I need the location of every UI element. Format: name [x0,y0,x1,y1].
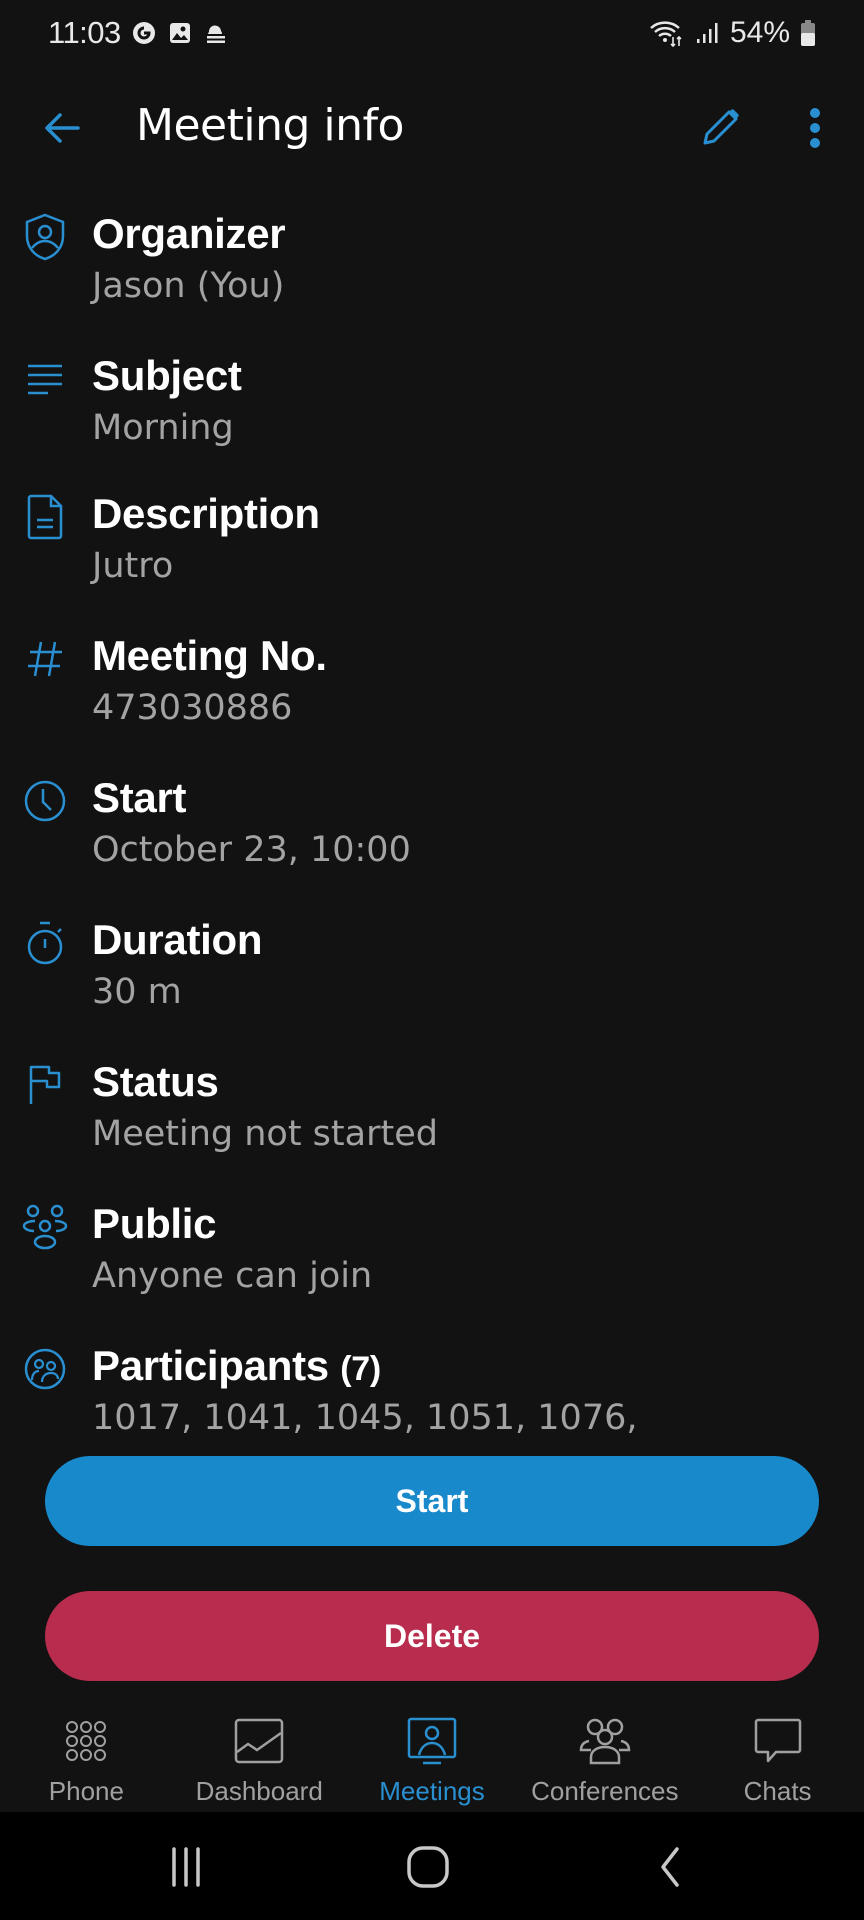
participants-label: Participants [92,1342,329,1389]
chart-icon [232,1714,286,1768]
info-value: 473030886 [92,688,293,728]
info-label: Participants (7) [92,1342,381,1390]
status-right: 54% [648,16,816,50]
system-navigation-bar [0,1812,864,1920]
info-item-meeting-number: Meeting No. 473030886 [0,626,864,746]
delete-button[interactable]: Delete [45,1591,819,1681]
recent-apps-icon [172,1847,200,1887]
signal-icon [694,20,720,46]
info-value: Jutro [92,546,174,586]
edit-button[interactable] [694,102,746,154]
g-icon [131,20,157,46]
info-item-organizer: Organizer Jason (You) [0,204,864,324]
info-value: Jason (You) [92,266,285,306]
more-options-button[interactable] [800,102,830,154]
info-item-participants[interactable]: Participants (7) 1017, 1041, 1045, 1051,… [0,1336,864,1440]
nav-item-chats[interactable]: Chats [691,1700,864,1812]
back-button[interactable] [38,104,86,152]
bottom-navigation: Phone Dashboard Meetings Conferences Cha… [0,1700,864,1812]
home-button[interactable] [398,1842,458,1892]
meeting-info-list: Organizer Jason (You) Subject Morning De… [0,200,864,1440]
subject-lines-icon [20,354,70,404]
page-title: Meeting info [136,100,404,151]
group-icon [20,1202,70,1252]
nav-item-conferences[interactable]: Conferences [518,1700,691,1812]
status-left: 11:03 [48,15,229,51]
wifi-icon [648,20,684,47]
participants-icon [20,1344,70,1394]
stopwatch-icon [20,918,70,968]
nav-item-phone[interactable]: Phone [0,1700,173,1812]
info-item-duration: Duration 30 m [0,910,864,1030]
info-label: Organizer [92,210,286,257]
info-label: Description [92,490,320,537]
info-value: Morning [92,408,234,448]
nav-item-dashboard[interactable]: Dashboard [173,1700,346,1812]
info-value: Anyone can join [92,1256,373,1296]
arrow-left-icon [45,113,80,143]
info-label: Duration [92,916,263,963]
document-icon [20,492,70,542]
conference-people-icon [578,1714,632,1768]
info-item-public: Public Anyone can join [0,1194,864,1314]
participants-count: (7) [340,1350,381,1388]
info-label: Start [92,774,187,821]
battery-icon [800,20,816,46]
info-item-start: Start October 23, 10:00 [0,768,864,888]
dialpad-icon [59,1714,113,1768]
info-value: 30 m [92,972,182,1012]
nav-item-meetings[interactable]: Meetings [346,1700,519,1812]
info-item-description: Description Jutro [0,484,864,604]
back-chevron-icon [661,1847,679,1887]
battery-percent: 54% [729,16,790,49]
hash-icon [20,634,70,684]
status-bar: 11:03 54% [0,0,864,66]
info-label: Status [92,1058,219,1105]
organizer-shield-icon [20,212,70,262]
info-label: Subject [92,352,242,399]
chat-bubble-icon [751,1714,805,1768]
info-label: Public [92,1200,217,1247]
home-icon [407,1846,449,1888]
gallery-icon [167,20,193,46]
flag-icon [20,1060,70,1110]
status-time: 11:03 [48,15,121,50]
nav-label: Conferences [531,1776,679,1806]
pencil-icon [703,109,739,145]
more-vert-icon [810,108,820,148]
info-item-subject: Subject Morning [0,346,864,466]
info-label: Meeting No. [92,632,327,679]
nav-label: Phone [48,1776,124,1806]
weather-icon [203,20,229,46]
info-value: 1017, 1041, 1045, 1051, 1076, [92,1398,638,1438]
nav-label: Dashboard [195,1776,323,1806]
back-nav-button[interactable] [640,1842,700,1892]
clock-icon [20,776,70,826]
nav-label: Chats [743,1776,812,1806]
app-bar: Meeting info [0,88,864,168]
recent-apps-button[interactable] [156,1842,216,1892]
info-value: Meeting not started [92,1114,438,1154]
nav-label: Meetings [379,1776,485,1806]
info-value: October 23, 10:00 [92,830,411,870]
start-button[interactable]: Start [45,1456,819,1546]
info-item-status: Status Meeting not started [0,1052,864,1172]
meeting-screen-icon [405,1714,459,1768]
